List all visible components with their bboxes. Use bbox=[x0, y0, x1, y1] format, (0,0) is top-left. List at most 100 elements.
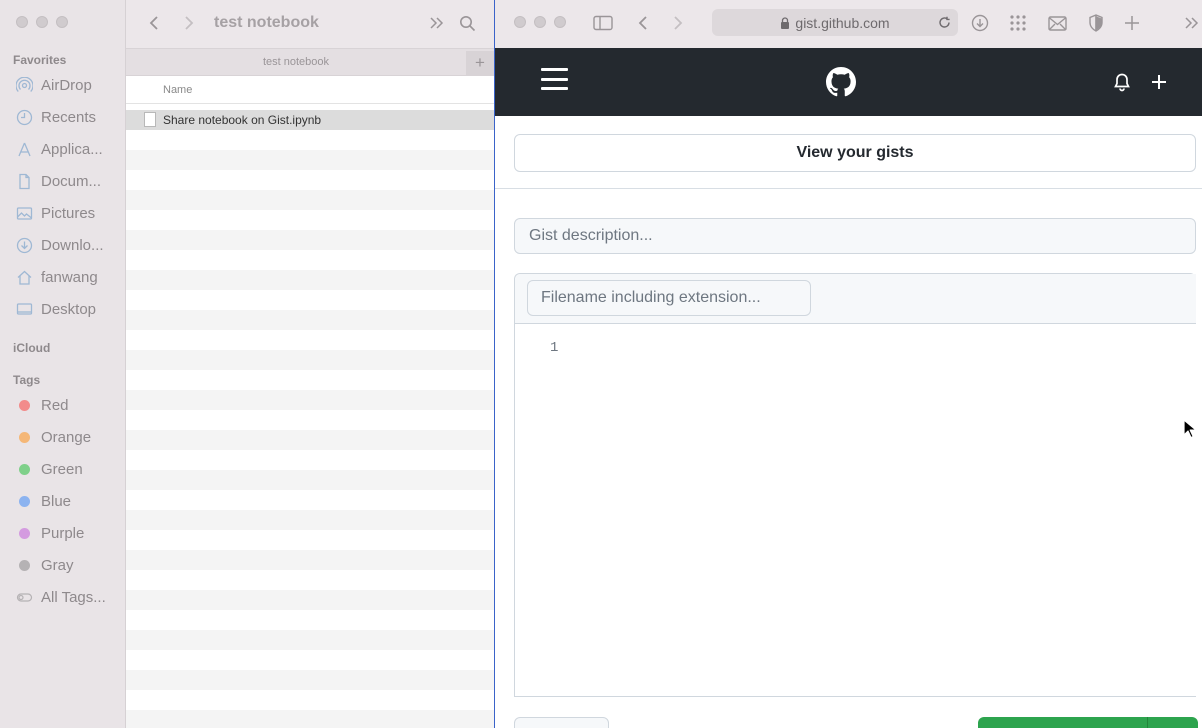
filename-input[interactable] bbox=[527, 280, 811, 316]
icloud-section-label: iCloud bbox=[13, 341, 51, 355]
lock-icon bbox=[781, 16, 790, 29]
grid-button[interactable] bbox=[1007, 12, 1029, 34]
tags-section-label: Tags bbox=[13, 373, 41, 387]
empty-row bbox=[126, 190, 494, 210]
more-toolbar-button[interactable] bbox=[1183, 12, 1201, 34]
plus-icon[interactable] bbox=[1149, 72, 1169, 92]
add-file-button[interactable] bbox=[514, 717, 609, 728]
tag-dot-icon bbox=[19, 495, 30, 507]
more-toolbar-button[interactable] bbox=[426, 12, 448, 34]
new-tab-button[interactable] bbox=[1121, 12, 1143, 34]
double-chevron-icon bbox=[430, 17, 444, 29]
sidebar-tag-gray[interactable]: Gray bbox=[16, 555, 124, 575]
finder-window-title: test notebook bbox=[214, 14, 319, 31]
zoom-window-button[interactable] bbox=[554, 16, 566, 28]
menu-bar bbox=[541, 87, 568, 90]
downloads-button[interactable] bbox=[969, 12, 991, 34]
empty-row bbox=[126, 670, 494, 690]
file-row[interactable]: Share notebook on Gist.ipynb bbox=[126, 110, 494, 130]
sidebar-icon bbox=[593, 15, 613, 31]
hamburger-menu-button[interactable] bbox=[541, 68, 568, 92]
create-gist-button[interactable] bbox=[978, 717, 1198, 728]
github-logo-icon[interactable] bbox=[826, 67, 856, 97]
window-controls bbox=[16, 16, 68, 28]
sidebar-item-applications[interactable]: Applica... bbox=[16, 139, 124, 159]
empty-row bbox=[126, 230, 494, 250]
airdrop-icon bbox=[16, 76, 33, 94]
divider bbox=[495, 188, 1202, 189]
view-your-gists-button[interactable]: View your gists bbox=[514, 134, 1196, 172]
empty-row bbox=[126, 270, 494, 290]
sidebar-item-home[interactable]: fanwang bbox=[16, 267, 124, 287]
finder-content: test notebook test notebook + Name Share… bbox=[126, 0, 494, 728]
github-header bbox=[495, 48, 1202, 116]
sidebar-tag-green[interactable]: Green bbox=[16, 459, 124, 479]
empty-row bbox=[126, 550, 494, 570]
empty-row bbox=[126, 510, 494, 530]
back-button[interactable] bbox=[143, 12, 165, 34]
sidebar-tag-all[interactable]: All Tags... bbox=[16, 587, 124, 607]
tag-dot-icon bbox=[19, 399, 30, 411]
finder-tab-bar: test notebook + bbox=[126, 48, 494, 76]
code-editor-area[interactable] bbox=[575, 326, 1195, 696]
close-window-button[interactable] bbox=[514, 16, 526, 28]
empty-row bbox=[126, 350, 494, 370]
minimize-window-button[interactable] bbox=[534, 16, 546, 28]
sidebar-item-pictures[interactable]: Pictures bbox=[16, 203, 124, 223]
sidebar-item-documents[interactable]: Docum... bbox=[16, 171, 124, 191]
sidebar-item-label: Green bbox=[41, 460, 83, 478]
sidebar-toggle-button[interactable] bbox=[591, 12, 615, 34]
sidebar-item-recents[interactable]: Recents bbox=[16, 107, 124, 127]
sidebar-item-label: Blue bbox=[41, 492, 72, 510]
sidebar-item-desktop[interactable]: Desktop bbox=[16, 299, 124, 319]
sidebar-tag-orange[interactable]: Orange bbox=[16, 427, 124, 447]
finder-toolbar: test notebook bbox=[126, 0, 494, 48]
new-tab-button[interactable]: + bbox=[466, 51, 494, 75]
clock-icon bbox=[16, 109, 33, 126]
sidebar-tag-purple[interactable]: Purple bbox=[16, 523, 124, 543]
sidebar-item-label: Docum... bbox=[41, 172, 102, 190]
safari-back-button[interactable] bbox=[632, 12, 654, 34]
download-icon bbox=[16, 237, 33, 254]
sidebar-item-label: Applica... bbox=[41, 140, 103, 158]
forward-button[interactable] bbox=[178, 12, 200, 34]
sidebar-item-downloads[interactable]: Downlo... bbox=[16, 235, 124, 255]
sidebar-item-label: Pictures bbox=[41, 204, 96, 222]
close-window-button[interactable] bbox=[16, 16, 28, 28]
zoom-window-button[interactable] bbox=[56, 16, 68, 28]
plus-icon: + bbox=[475, 53, 485, 72]
sidebar-item-label: Recents bbox=[41, 108, 97, 126]
minimize-window-button[interactable] bbox=[36, 16, 48, 28]
empty-row bbox=[126, 590, 494, 610]
sidebar-item-label: Gray bbox=[41, 556, 74, 574]
safari-forward-button[interactable] bbox=[667, 12, 689, 34]
sidebar-tag-blue[interactable]: Blue bbox=[16, 491, 124, 511]
privacy-button[interactable] bbox=[1085, 12, 1107, 34]
empty-row bbox=[126, 390, 494, 410]
desktop-icon bbox=[16, 301, 33, 318]
tag-dot-icon bbox=[19, 559, 30, 571]
address-bar[interactable]: gist.github.com bbox=[712, 9, 958, 36]
bell-icon[interactable] bbox=[1112, 72, 1132, 92]
search-button[interactable] bbox=[456, 12, 478, 34]
sidebar-tag-red[interactable]: Red bbox=[16, 395, 124, 415]
finder-tab[interactable]: test notebook bbox=[126, 56, 466, 68]
sidebar-item-airdrop[interactable]: AirDrop bbox=[16, 75, 124, 95]
gist-description-input[interactable] bbox=[514, 218, 1196, 254]
file-editor-header bbox=[515, 274, 1196, 324]
mail-icon bbox=[1047, 15, 1067, 31]
column-header-name[interactable]: Name bbox=[126, 77, 494, 104]
sidebar-item-label: AirDrop bbox=[41, 76, 92, 94]
grid-icon bbox=[1010, 15, 1026, 31]
reload-icon[interactable] bbox=[938, 16, 951, 29]
address-text: gist.github.com bbox=[795, 14, 890, 31]
sidebar-item-label: All Tags... bbox=[41, 588, 106, 606]
window-controls bbox=[514, 16, 566, 28]
photo-icon bbox=[16, 205, 33, 222]
empty-row bbox=[126, 310, 494, 330]
sidebar-item-label: Downlo... bbox=[41, 236, 104, 254]
file-icon bbox=[144, 112, 156, 127]
empty-row bbox=[126, 430, 494, 450]
mail-button[interactable] bbox=[1046, 12, 1068, 34]
empty-row bbox=[126, 470, 494, 490]
